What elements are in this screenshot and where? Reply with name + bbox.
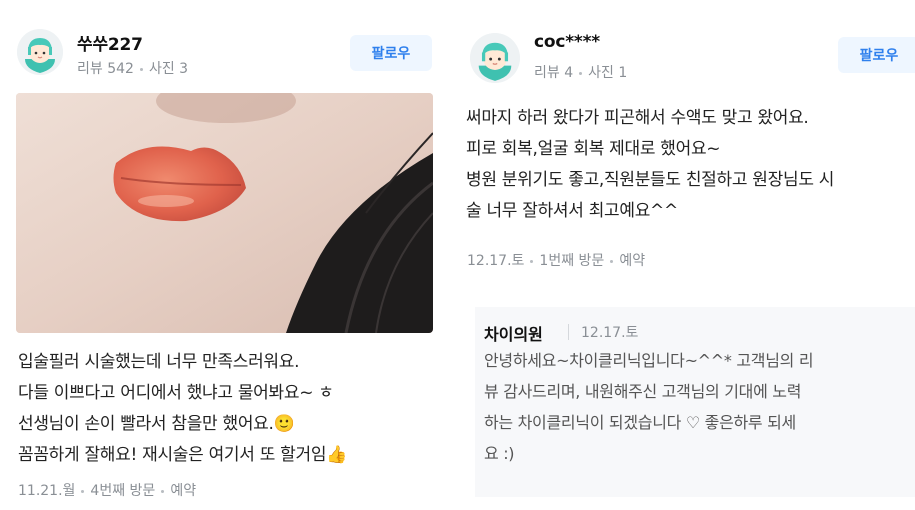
review-text: 써마지 하러 왔다가 피곤해서 수액도 맞고 왔어요. 피로 회복,얼굴 회복 … (466, 103, 834, 227)
separator-dot (161, 489, 165, 493)
review-line: 병원 분위기도 좋고,직원분들도 친절하고 원장님도 시 (466, 170, 835, 190)
visit-type: 예약 (170, 483, 197, 499)
separator-dot (579, 71, 583, 75)
visit-info: 11.21.월 4번째 방문 예약 (18, 480, 196, 500)
follow-button[interactable]: 팔로우 (350, 35, 432, 71)
reviewer-stats: 리뷰 542 사진 3 (77, 58, 188, 78)
reply-line: 하는 차이클리닉이 되겠습니다 ♡ 좋은하루 되세 (484, 413, 796, 432)
avatar[interactable] (470, 33, 520, 83)
visit-info: 12.17.토 1번째 방문 예약 (467, 250, 645, 270)
review-line: 입술필러 시술했는데 너무 만족스러워요. (18, 352, 300, 372)
review-line: 꼼꼼하게 잘해요! 재시술은 여기서 또 할거임👍 (18, 445, 348, 465)
lips-photo-image (16, 93, 433, 333)
reply-divider (568, 324, 569, 340)
separator-dot (81, 489, 85, 493)
separator-dot (610, 259, 614, 263)
review-line: 다들 이쁘다고 어디에서 했냐고 물어봐요~ ㅎ (18, 383, 334, 403)
user-avatar-icon (470, 33, 520, 83)
reply-line: 뷰 감사드리며, 내원해주신 고객님의 기대에 노력 (484, 382, 802, 401)
follow-button[interactable]: 팔로우 (838, 37, 915, 73)
reply-author: 차이의원 (484, 325, 543, 344)
reply-text: 안녕하세요~차이클리닉입니다~^^* 고객님의 리 뷰 감사드리며, 내원해주신… (484, 345, 814, 469)
visit-date: 11.21.월 (18, 483, 76, 499)
visit-count: 1번째 방문 (539, 253, 605, 269)
review-line: 선생님이 손이 빨라서 참을만 했어요.🙂 (18, 414, 295, 434)
separator-dot (139, 67, 143, 71)
review-line: 써마지 하러 왔다가 피곤해서 수액도 맞고 왔어요. (466, 108, 809, 128)
separator-dot (530, 259, 534, 263)
review-text: 입술필러 시술했는데 너무 만족스러워요. 다들 이쁘다고 어디에서 했냐고 물… (18, 347, 347, 471)
photo-count: 사진 1 (588, 65, 628, 81)
review-card: 쑤쑤227 리뷰 542 사진 3 팔로우 입술필러 시술했는데 너무 만족스러… (0, 0, 452, 510)
review-count: 리뷰 4 (534, 65, 574, 81)
reply-line: 안녕하세요~차이클리닉입니다~^^* 고객님의 리 (484, 351, 814, 370)
user-avatar-icon (17, 29, 63, 75)
reviewer-name[interactable]: 쑤쑤227 (77, 30, 143, 55)
review-line: 술 너무 잘하셔서 최고예요^^ (466, 201, 678, 221)
visit-date: 12.17.토 (467, 253, 525, 269)
review-count: 리뷰 542 (77, 61, 134, 77)
visit-count: 4번째 방문 (90, 483, 156, 499)
reviewer-name[interactable]: coc**** (534, 32, 600, 52)
visit-type: 예약 (619, 253, 646, 269)
review-photo[interactable] (16, 93, 433, 333)
review-line: 피로 회복,얼굴 회복 제대로 했어요~ (466, 139, 721, 159)
reviewer-stats: 리뷰 4 사진 1 (534, 62, 627, 82)
reply-line: 요 :) (484, 444, 515, 463)
avatar[interactable] (17, 29, 63, 75)
reply-date: 12.17.토 (581, 325, 639, 341)
photo-count: 사진 3 (148, 61, 189, 77)
